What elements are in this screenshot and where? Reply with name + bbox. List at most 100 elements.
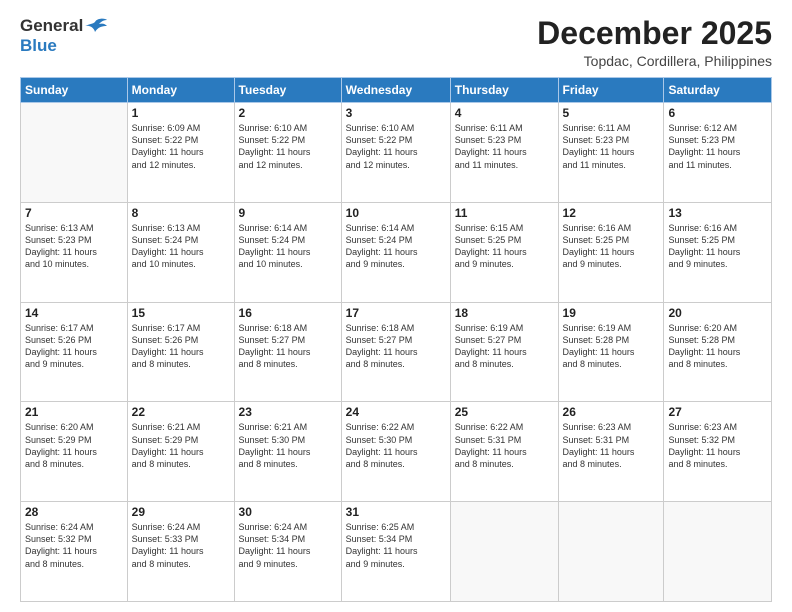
- day-number: 4: [455, 106, 554, 120]
- calendar-cell: 14Sunrise: 6:17 AM Sunset: 5:26 PM Dayli…: [21, 302, 128, 402]
- day-info: Sunrise: 6:11 AM Sunset: 5:23 PM Dayligh…: [563, 122, 660, 171]
- day-info: Sunrise: 6:24 AM Sunset: 5:34 PM Dayligh…: [239, 521, 337, 570]
- day-number: 6: [668, 106, 767, 120]
- day-number: 10: [346, 206, 446, 220]
- calendar-cell: 24 Sunrise: 6:22 AM Sunset: 5:30 PM Dayli…: [341, 402, 450, 502]
- day-number: 11: [455, 206, 554, 220]
- month-title: December 2025: [537, 16, 772, 51]
- day-info: Sunrise: 6:16 AM Sunset: 5:25 PM Dayligh…: [563, 222, 660, 271]
- day-number: 31: [346, 505, 446, 519]
- calendar-cell: 15 Sunrise: 6:17 AM Sunset: 5:26 PM Dayli…: [127, 302, 234, 402]
- day-number: 13: [668, 206, 767, 220]
- day-number: 27: [668, 405, 767, 419]
- calendar-cell: 8 Sunrise: 6:13 AM Sunset: 5:24 PM Daylig…: [127, 202, 234, 302]
- calendar-cell: 6Sunrise: 6:12 AM Sunset: 5:23 PM Daylig…: [664, 103, 772, 203]
- day-info: Sunrise: 6:23 AM Sunset: 5:31 PM Dayligh…: [563, 421, 660, 470]
- week-row-2: 7Sunrise: 6:13 AM Sunset: 5:23 PM Daylig…: [21, 202, 772, 302]
- day-number: 19: [563, 306, 660, 320]
- calendar-cell: 17 Sunrise: 6:18 AM Sunset: 5:27 PM Dayli…: [341, 302, 450, 402]
- calendar-cell: 22 Sunrise: 6:21 AM Sunset: 5:29 PM Dayli…: [127, 402, 234, 502]
- day-info: Sunrise: 6:20 AM Sunset: 5:29 PM Dayligh…: [25, 421, 123, 470]
- day-number: 22: [132, 405, 230, 419]
- day-info: Sunrise: 6:10 AM Sunset: 5:22 PM Dayligh…: [239, 122, 337, 171]
- calendar-cell: 30 Sunrise: 6:24 AM Sunset: 5:34 PM Dayli…: [234, 502, 341, 602]
- day-number: 1: [132, 106, 230, 120]
- day-number: 17: [346, 306, 446, 320]
- day-number: 30: [239, 505, 337, 519]
- day-number: 20: [668, 306, 767, 320]
- day-info: Sunrise: 6:22 AM Sunset: 5:30 PM Dayligh…: [346, 421, 446, 470]
- day-number: 23: [239, 405, 337, 419]
- week-row-1: 1 Sunrise: 6:09 AM Sunset: 5:22 PM Daylig…: [21, 103, 772, 203]
- day-number: 24: [346, 405, 446, 419]
- logo-text: General Blue: [20, 16, 107, 55]
- day-number: 18: [455, 306, 554, 320]
- calendar-cell: 25Sunrise: 6:22 AM Sunset: 5:31 PM Dayli…: [450, 402, 558, 502]
- day-number: 3: [346, 106, 446, 120]
- day-info: Sunrise: 6:14 AM Sunset: 5:24 PM Dayligh…: [346, 222, 446, 271]
- day-info: Sunrise: 6:15 AM Sunset: 5:25 PM Dayligh…: [455, 222, 554, 271]
- day-number: 15: [132, 306, 230, 320]
- calendar-cell: 13 Sunrise: 6:16 AM Sunset: 5:25 PM Dayli…: [664, 202, 772, 302]
- calendar-cell: 18 Sunrise: 6:19 AM Sunset: 5:27 PM Dayli…: [450, 302, 558, 402]
- week-row-4: 21Sunrise: 6:20 AM Sunset: 5:29 PM Dayli…: [21, 402, 772, 502]
- day-info: Sunrise: 6:25 AM Sunset: 5:34 PM Dayligh…: [346, 521, 446, 570]
- day-info: Sunrise: 6:16 AM Sunset: 5:25 PM Dayligh…: [668, 222, 767, 271]
- calendar-cell: 7Sunrise: 6:13 AM Sunset: 5:23 PM Daylig…: [21, 202, 128, 302]
- calendar-cell: 5 Sunrise: 6:11 AM Sunset: 5:23 PM Daylig…: [558, 103, 664, 203]
- weekday-header-tuesday: Tuesday: [234, 78, 341, 103]
- calendar-cell: [664, 502, 772, 602]
- calendar-cell: 9Sunrise: 6:14 AM Sunset: 5:24 PM Daylig…: [234, 202, 341, 302]
- week-row-3: 14 Sunrise: 6:17 AM Sunset: 5:26 PM Dayli…: [21, 302, 772, 402]
- day-number: 2: [239, 106, 337, 120]
- calendar-cell: 28 Sunrise: 6:24 AM Sunset: 5:32 PM Dayli…: [21, 502, 128, 602]
- calendar-cell: 29Sunrise: 6:24 AM Sunset: 5:33 PM Dayli…: [127, 502, 234, 602]
- day-info: Sunrise: 6:21 AM Sunset: 5:29 PM Dayligh…: [132, 421, 230, 470]
- calendar-cell: 2 Sunrise: 6:10 AM Sunset: 5:22 PM Daylig…: [234, 103, 341, 203]
- calendar-cell: 3 Sunrise: 6:10 AM Sunset: 5:22 PM Daylig…: [341, 103, 450, 203]
- day-number: 9: [239, 206, 337, 220]
- weekday-header-friday: Friday: [558, 78, 664, 103]
- page: General Blue December 2025 Topdac, Cordi…: [0, 0, 792, 612]
- calendar-cell: 26 Sunrise: 6:23 AM Sunset: 5:31 PM Dayli…: [558, 402, 664, 502]
- calendar-cell: 11 Sunrise: 6:15 AM Sunset: 5:25 PM Dayli…: [450, 202, 558, 302]
- day-number: 7: [25, 206, 123, 220]
- weekday-header-row: SundayMondayTuesdayWednesdayThursdayFrid…: [21, 78, 772, 103]
- day-number: 5: [563, 106, 660, 120]
- weekday-header-wednesday: Wednesday: [341, 78, 450, 103]
- calendar-cell: [21, 103, 128, 203]
- logo-blue-text: Blue: [20, 36, 107, 56]
- logo-bird-icon: [85, 18, 107, 36]
- calendar-cell: 16 Sunrise: 6:18 AM Sunset: 5:27 PM Dayli…: [234, 302, 341, 402]
- calendar-cell: 12Sunrise: 6:16 AM Sunset: 5:25 PM Dayli…: [558, 202, 664, 302]
- calendar-cell: 1 Sunrise: 6:09 AM Sunset: 5:22 PM Daylig…: [127, 103, 234, 203]
- day-info: Sunrise: 6:09 AM Sunset: 5:22 PM Dayligh…: [132, 122, 230, 171]
- calendar-cell: 4Sunrise: 6:11 AM Sunset: 5:23 PM Daylig…: [450, 103, 558, 203]
- day-info: Sunrise: 6:17 AM Sunset: 5:26 PM Dayligh…: [132, 322, 230, 371]
- day-number: 16: [239, 306, 337, 320]
- day-info: Sunrise: 6:20 AM Sunset: 5:28 PM Dayligh…: [668, 322, 767, 371]
- day-info: Sunrise: 6:24 AM Sunset: 5:32 PM Dayligh…: [25, 521, 123, 570]
- day-info: Sunrise: 6:24 AM Sunset: 5:33 PM Dayligh…: [132, 521, 230, 570]
- day-info: Sunrise: 6:18 AM Sunset: 5:27 PM Dayligh…: [346, 322, 446, 371]
- day-info: Sunrise: 6:10 AM Sunset: 5:22 PM Dayligh…: [346, 122, 446, 171]
- day-number: 25: [455, 405, 554, 419]
- calendar-cell: 19 Sunrise: 6:19 AM Sunset: 5:28 PM Dayli…: [558, 302, 664, 402]
- day-number: 28: [25, 505, 123, 519]
- day-info: Sunrise: 6:18 AM Sunset: 5:27 PM Dayligh…: [239, 322, 337, 371]
- calendar-cell: 31 Sunrise: 6:25 AM Sunset: 5:34 PM Dayli…: [341, 502, 450, 602]
- location-subtitle: Topdac, Cordillera, Philippines: [537, 53, 772, 69]
- calendar-cell: [450, 502, 558, 602]
- day-info: Sunrise: 6:19 AM Sunset: 5:27 PM Dayligh…: [455, 322, 554, 371]
- calendar-cell: 21Sunrise: 6:20 AM Sunset: 5:29 PM Dayli…: [21, 402, 128, 502]
- title-block: December 2025 Topdac, Cordillera, Philip…: [537, 16, 772, 69]
- day-number: 14: [25, 306, 123, 320]
- calendar-cell: 10 Sunrise: 6:14 AM Sunset: 5:24 PM Dayli…: [341, 202, 450, 302]
- day-info: Sunrise: 6:19 AM Sunset: 5:28 PM Dayligh…: [563, 322, 660, 371]
- weekday-header-saturday: Saturday: [664, 78, 772, 103]
- day-number: 26: [563, 405, 660, 419]
- weekday-header-sunday: Sunday: [21, 78, 128, 103]
- day-info: Sunrise: 6:13 AM Sunset: 5:24 PM Dayligh…: [132, 222, 230, 271]
- calendar-cell: 27Sunrise: 6:23 AM Sunset: 5:32 PM Dayli…: [664, 402, 772, 502]
- day-number: 8: [132, 206, 230, 220]
